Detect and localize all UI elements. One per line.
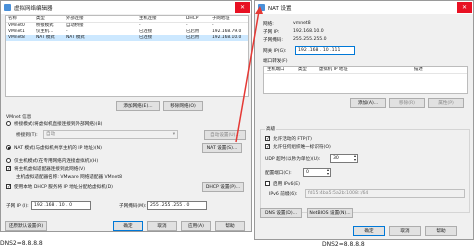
- nat-settings-window: NAT 设置 ✕ 网络: vmnet8 子网 IP: 192.168.10.0 …: [254, 0, 474, 240]
- udp-timeout-value: 30: [333, 156, 339, 161]
- vmware-icon: [258, 4, 265, 11]
- adapter-name-label: 主机虚拟适配器名称: VMware 网络适配器 VMnet8: [16, 175, 123, 180]
- close-icon[interactable]: ✕: [235, 2, 250, 13]
- left-titlebar: 虚拟网络编辑器 ✕: [1, 1, 251, 14]
- left-help-button[interactable]: 帮助: [215, 221, 245, 231]
- hostonly-radio[interactable]: [6, 158, 11, 163]
- bridged-to-value: 自动: [46, 132, 56, 137]
- subnet-mask-field[interactable]: 255 .255 .255 . 0: [147, 201, 207, 210]
- udp-timeout-label: UDP 超时(以秒为单位)(U):: [265, 157, 321, 162]
- auto-settings-button[interactable]: 自动设置(U)...: [204, 130, 246, 140]
- vmnet-info-title: VMnet 信息: [6, 115, 32, 120]
- port-forward-table: 主机端口 类型 虚拟机 IP 地址 描述: [263, 66, 468, 94]
- dhcp-settings-button[interactable]: DHCP 设置(P)...: [202, 182, 244, 192]
- left-cancel-button[interactable]: 取消: [147, 221, 177, 231]
- config-port-stepper[interactable]: 0 ▴ ▾: [303, 168, 331, 177]
- pf-remove-button[interactable]: 移除(R): [389, 98, 425, 108]
- close-icon[interactable]: ✕: [457, 2, 472, 13]
- cell: 已连接: [139, 35, 153, 40]
- hostonly-label: 仅主机模式(在专用网络内连接虚拟机)(H): [14, 159, 99, 164]
- right-cancel-button[interactable]: 取消: [389, 226, 421, 236]
- subnet-mask-label: 子网掩码(M):: [119, 204, 147, 209]
- cell: NAT 模式: [36, 35, 55, 40]
- spinner-icon[interactable]: ▴ ▾: [327, 169, 329, 176]
- nat-label: NAT 模式(与虚拟机共享主机的 IP 地址)(N): [14, 146, 102, 151]
- col-host[interactable]: 主机连接: [139, 16, 169, 22]
- bridged-radio[interactable]: [6, 121, 11, 126]
- cell: NAT 模式: [66, 35, 85, 40]
- config-port-label: 配置端口(C):: [265, 171, 292, 176]
- connect-adapter-checkbox[interactable]: ✓: [6, 166, 11, 172]
- left-window-title: 虚拟网络编辑器: [14, 5, 53, 12]
- subnet-ip-field[interactable]: 192 .168 . 10 . 0: [31, 201, 91, 210]
- left-ok-button[interactable]: 确定: [113, 221, 143, 231]
- allow-oui-checkbox[interactable]: ✓: [265, 144, 270, 150]
- config-port-value: 0: [306, 170, 309, 175]
- nat-subnet-mask-value: 255.255.255.0: [293, 37, 327, 42]
- subnet-ip-label: 子网 IP (I):: [6, 204, 29, 209]
- enable-ipv6-label: 启用 IPv6(E): [273, 182, 300, 187]
- dns-settings-button[interactable]: DNS 设置(D)...: [260, 208, 302, 218]
- cell: 已启用: [186, 35, 200, 40]
- dhcp-label: 使用本地 DHCP 服务将 IP 地址分配给虚拟机(D): [14, 185, 113, 190]
- pf-table-header: 主机端口 类型 虚拟机 IP 地址 描述: [264, 67, 467, 74]
- apply-button[interactable]: 应用(A): [181, 221, 211, 231]
- footer-left-text: DNS2=8.8.8.8: [0, 240, 43, 247]
- port-forward-title: 端口转发(F): [263, 59, 288, 64]
- network-label: 网络:: [263, 22, 274, 27]
- add-network-button[interactable]: 添加网络(E)...: [116, 101, 160, 111]
- right-ok-button[interactable]: 确定: [353, 226, 385, 236]
- table-header: 名称 类型 外部连接 主机连接 DHCP 子网地址: [6, 16, 248, 23]
- col-dhcp[interactable]: DHCP: [186, 16, 206, 22]
- connect-adapter-label: 将主机虚拟适配器连接到此网络(V): [14, 167, 86, 172]
- col-pf-type[interactable]: 类型: [298, 67, 312, 73]
- restore-defaults-button[interactable]: 还原默认设置(R): [5, 221, 47, 231]
- col-description[interactable]: 描述: [414, 67, 444, 73]
- gateway-ip-value: 192 .168 . 10 .111: [298, 48, 341, 53]
- nat-radio[interactable]: [6, 145, 11, 150]
- dhcp-checkbox[interactable]: ✓: [6, 184, 11, 190]
- nat-subnet-ip-value: 192.168.10.0: [293, 29, 324, 34]
- right-help-button[interactable]: 帮助: [425, 226, 457, 236]
- udp-timeout-stepper[interactable]: 30 ▴ ▾: [330, 154, 358, 163]
- netbios-settings-button[interactable]: NetBIOS 设置(N)...: [307, 208, 353, 218]
- col-name[interactable]: 名称: [8, 16, 34, 22]
- enable-ipv6-checkbox[interactable]: [265, 181, 270, 186]
- network-table: 名称 类型 外部连接 主机连接 DHCP 子网地址 VMnet0 桥接模式 自动…: [5, 15, 249, 97]
- cell: VMnet8: [8, 35, 25, 40]
- nat-settings-button[interactable]: NAT 设置(S)...: [202, 143, 242, 153]
- bridged-to-select[interactable]: 自动 ▾: [43, 130, 178, 139]
- nat-subnet-ip-label: 子网 IP:: [263, 30, 280, 35]
- spinner-icon[interactable]: ▴ ▾: [354, 155, 356, 162]
- col-external[interactable]: 外部连接: [66, 16, 106, 22]
- col-type[interactable]: 类型: [36, 16, 64, 22]
- right-titlebar: NAT 设置 ✕: [255, 1, 473, 14]
- virtual-network-editor-window: 虚拟网络编辑器 ✕ 名称 类型 外部连接 主机连接 DHCP 子网地址 VMne…: [0, 0, 252, 232]
- vmware-icon: [4, 4, 11, 11]
- gateway-ip-field[interactable]: 192 .168 . 10 .111: [295, 46, 355, 55]
- allow-ftp-label: 允许活动的 FTP(T): [273, 137, 312, 142]
- remove-network-button[interactable]: 移除网络(O): [163, 101, 203, 111]
- col-vm-ip[interactable]: 虚拟机 IP 地址: [319, 67, 369, 73]
- advanced-title: 高级: [265, 126, 277, 132]
- chevron-down-icon: ▾: [172, 132, 175, 137]
- gateway-label: 网关 IP(G):: [263, 49, 287, 54]
- col-host-port[interactable]: 主机端口: [267, 67, 293, 73]
- bridged-label: 桥接模式(将虚拟机直接连接到外部网络)(B): [14, 122, 103, 127]
- ipv6-prefix-field[interactable]: fd15:4ba5:5a2b:1008::/64: [305, 189, 465, 198]
- network-value: vmnet8: [293, 21, 311, 26]
- right-window-title: NAT 设置: [268, 5, 292, 12]
- pf-add-button[interactable]: 添加(A)...: [350, 98, 386, 108]
- cell: 192.168.10.0: [212, 35, 242, 40]
- ipv6-prefix-label: IPv6 前缀(6):: [269, 192, 298, 197]
- col-subnet[interactable]: 子网地址: [212, 16, 248, 22]
- bridged-to-label: 桥接到(T):: [16, 133, 38, 138]
- footer-right-text: DNS2=8.8.8.8: [322, 241, 365, 248]
- allow-oui-label: 允许任何组织唯一标识符(O): [273, 145, 331, 150]
- pf-properties-button[interactable]: 属性(P): [428, 98, 464, 108]
- table-row-selected[interactable]: VMnet8 NAT 模式 NAT 模式 已连接 已启用 192.168.10.…: [6, 35, 248, 41]
- allow-ftp-checkbox[interactable]: ✓: [265, 136, 270, 142]
- nat-subnet-mask-label: 子网掩码:: [263, 38, 283, 43]
